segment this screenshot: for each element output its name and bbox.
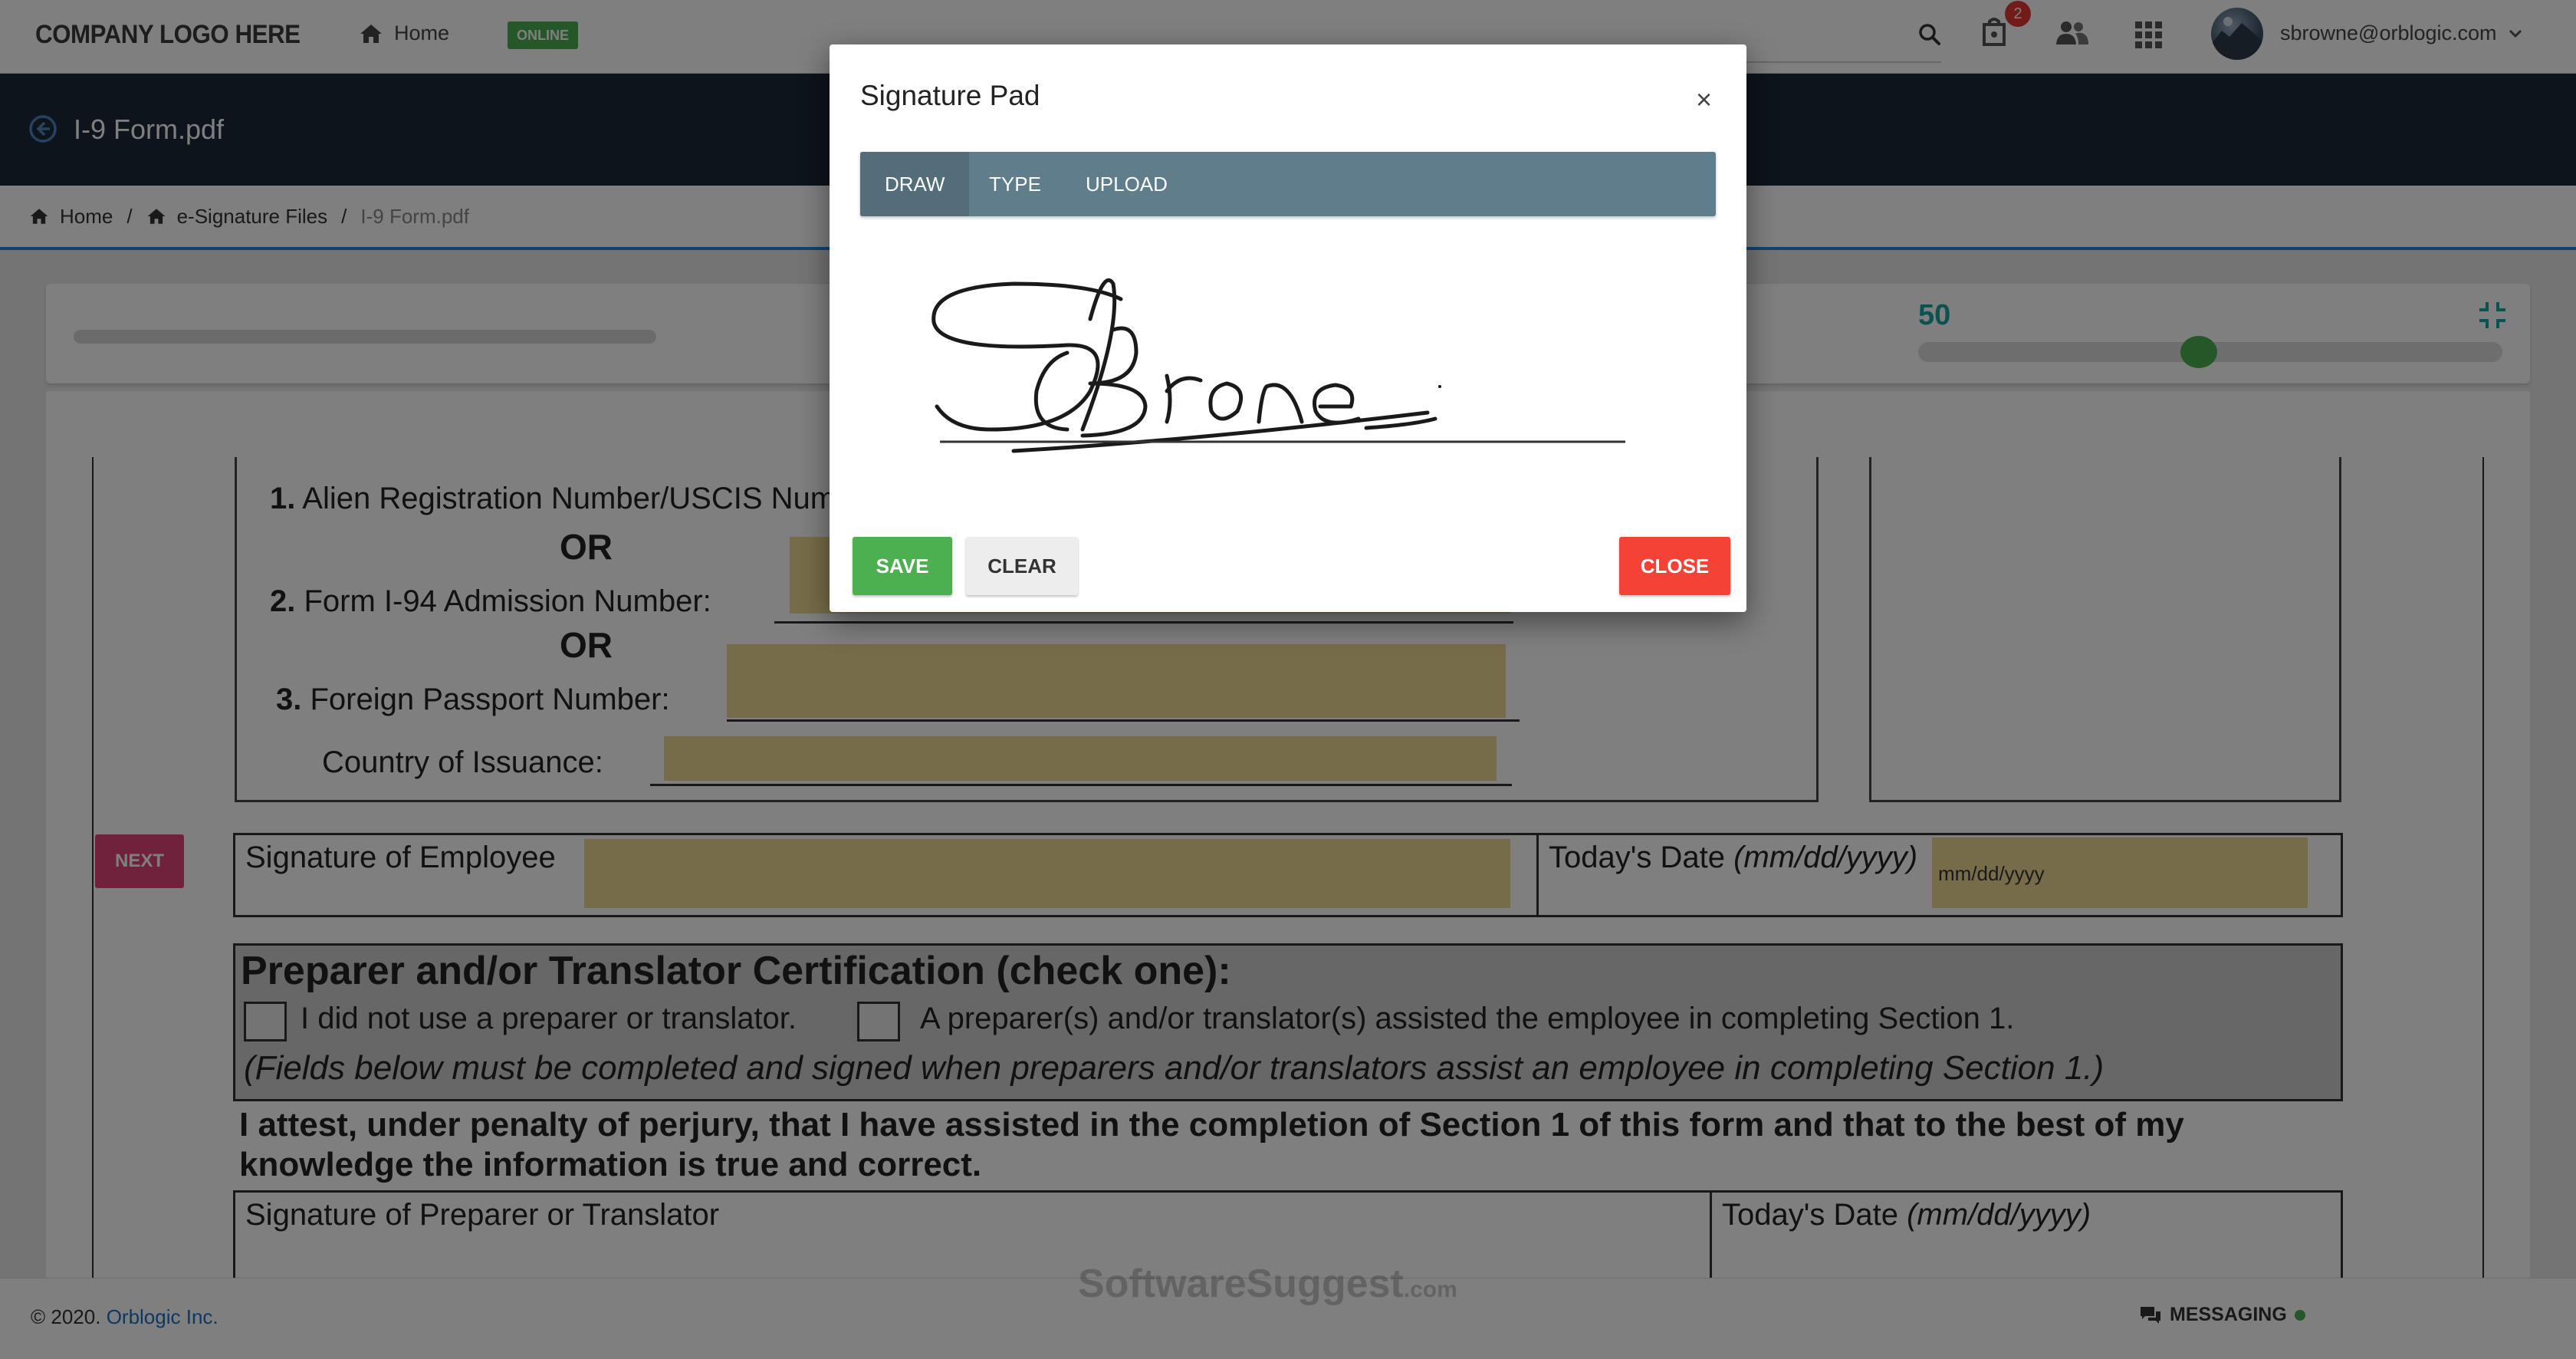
dialog-title: Signature Pad <box>860 80 1040 111</box>
signature-drawing <box>932 278 1441 453</box>
watermark-main: SoftwareSuggest <box>1078 1262 1404 1306</box>
save-button[interactable]: SAVE <box>853 537 952 595</box>
signature-canvas[interactable] <box>860 238 1716 499</box>
tab-type[interactable]: TYPE <box>964 152 1066 216</box>
close-icon[interactable]: × <box>1696 86 1712 114</box>
watermark-suffix: .com <box>1403 1277 1457 1302</box>
clear-button[interactable]: CLEAR <box>966 537 1078 595</box>
tab-draw[interactable]: DRAW <box>860 152 970 216</box>
tab-upload[interactable]: UPLOAD <box>1061 152 1192 216</box>
watermark: SoftwareSuggest.com <box>1078 1261 1457 1307</box>
close-button[interactable]: CLOSE <box>1619 537 1730 595</box>
